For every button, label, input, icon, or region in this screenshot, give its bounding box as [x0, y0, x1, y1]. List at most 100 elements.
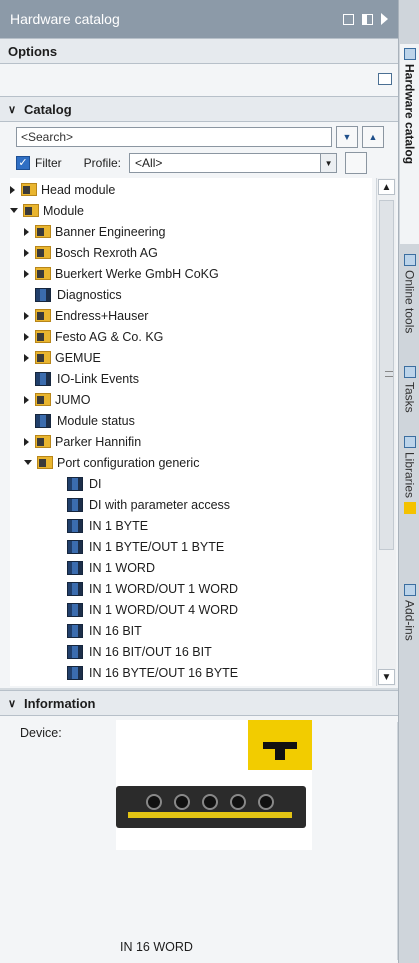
catalog-body: <Search> ▼ ▲ ✓ Filter Profile: <All> ▼ H…	[0, 122, 398, 688]
search-up-icon[interactable]: ▲	[362, 126, 384, 148]
tree-item[interactable]: IO-Link Events	[24, 368, 139, 389]
tree-item-label: Parker Hannifin	[55, 434, 142, 449]
scroll-up-icon[interactable]: ▲	[378, 179, 395, 195]
title-bar-controls	[343, 13, 398, 25]
search-input[interactable]: <Search>	[16, 127, 332, 147]
tree-item-label: GEMUE	[55, 350, 101, 365]
tree-item[interactable]: Endress+Hauser	[24, 305, 148, 326]
tree-item[interactable]: JUMO	[24, 389, 90, 410]
tree-item[interactable]: IN 16 BIT/OUT 16 BIT	[56, 641, 212, 662]
expand-arrow-right-icon[interactable]	[24, 332, 29, 341]
catalog-label: Catalog	[24, 101, 72, 117]
expand-arrow-right-icon[interactable]	[24, 311, 29, 320]
side-tab-1[interactable]: Hardware catalog	[400, 44, 419, 244]
tree-item[interactable]: Parker Hannifin	[24, 431, 141, 452]
module-icon	[35, 413, 51, 428]
collapse-panel-icon[interactable]	[381, 13, 388, 25]
tree-item[interactable]: IN 1 BYTE/OUT 1 BYTE	[56, 536, 224, 557]
expand-arrow-right-icon[interactable]	[24, 227, 29, 236]
side-tab-label: Tasks	[402, 382, 417, 413]
tree-item[interactable]: IN 16 BYTE/OUT 16 BYTE	[56, 662, 238, 683]
options-toggle-icon[interactable]	[378, 73, 392, 85]
device-name: IN 16 WORD	[120, 940, 193, 954]
catalog-scrollbar[interactable]: ▲ ▼	[376, 178, 396, 686]
profile-select[interactable]: <All> ▼	[129, 153, 338, 173]
tree-item[interactable]: Festo AG & Co. KG	[24, 326, 163, 347]
side-tab-label: Hardware catalog	[402, 64, 417, 165]
folder-icon	[35, 225, 51, 238]
module-icon	[35, 287, 51, 302]
side-tab-strip: Hardware catalog Online tools Tasks Librari…	[398, 0, 419, 963]
side-tab-3[interactable]: Tasks	[400, 362, 419, 426]
tree-item-label: DI with parameter access	[89, 497, 231, 512]
information-body: Device: IN 16 WORD	[0, 716, 398, 963]
tree-item[interactable]: Banner Engineering	[24, 221, 166, 242]
side-tab-label: Libraries	[402, 452, 417, 499]
brand-logo	[248, 720, 312, 770]
side-tab-2[interactable]: Online tools	[400, 250, 419, 355]
tree-item-label: IN 16 BIT	[89, 623, 142, 638]
panel-title-bar: Hardware catalog	[0, 0, 398, 38]
tree-item-label: Port configuration generic	[57, 455, 200, 470]
tree-item[interactable]: IN 1 WORD/OUT 1 WORD	[56, 578, 238, 599]
export-icon[interactable]	[345, 152, 368, 174]
float-window-icon[interactable]	[343, 13, 354, 25]
module-icon	[67, 518, 83, 533]
catalog-icon	[403, 48, 416, 60]
module-icon	[67, 602, 83, 617]
tree-item[interactable]: IN 1 WORD	[56, 557, 155, 578]
tree-item-label: Diagnostics	[57, 287, 122, 302]
profile-label: Profile:	[83, 156, 122, 170]
tree-item[interactable]: GEMUE	[24, 347, 101, 368]
tree-item[interactable]: DI with parameter access	[56, 494, 230, 515]
tree-item-label: Module	[43, 203, 84, 218]
module-icon	[67, 581, 83, 596]
information-section-header[interactable]: ∨ Information	[0, 690, 398, 716]
expand-arrow-right-icon[interactable]	[10, 185, 15, 194]
filter-checkbox[interactable]: ✓	[16, 156, 30, 170]
tree-item-label: IN 1 WORD	[89, 560, 155, 575]
expand-arrow-down-icon[interactable]	[10, 208, 18, 213]
folder-icon	[35, 330, 51, 343]
search-down-icon[interactable]: ▼	[336, 126, 358, 148]
tree-item[interactable]: Module status	[24, 410, 135, 431]
split-window-icon[interactable]	[362, 13, 373, 25]
tree-item-label: IN 16 BIT/OUT 16 BIT	[89, 644, 212, 659]
tree-item-label: IN 1 BYTE	[89, 518, 149, 533]
scroll-thumb[interactable]	[379, 200, 394, 550]
side-tab-5[interactable]: Add-ins	[400, 580, 419, 655]
tree-item[interactable]: Diagnostics	[24, 284, 122, 305]
tree-item[interactable]: Module	[10, 200, 84, 221]
expand-arrow-down-icon[interactable]	[24, 460, 32, 465]
module-icon	[67, 623, 83, 638]
side-tab-label: Add-ins	[402, 600, 417, 641]
side-tab-4[interactable]: Libraries	[400, 432, 419, 572]
tree-item[interactable]: Buerkert Werke GmbH CoKG	[24, 263, 219, 284]
tree-item[interactable]: Head module	[10, 179, 115, 200]
expand-arrow-right-icon[interactable]	[24, 395, 29, 404]
tree-item[interactable]: Port configuration generic	[24, 452, 199, 473]
options-body	[0, 64, 398, 96]
chevron-down-icon[interactable]: ∨	[0, 697, 24, 710]
expand-arrow-right-icon[interactable]	[24, 353, 29, 362]
scroll-down-icon[interactable]: ▼	[378, 669, 395, 685]
tree-item[interactable]: IN 1 WORD/OUT 4 WORD	[56, 599, 238, 620]
catalog-section-header[interactable]: ∨ Catalog	[0, 96, 398, 122]
expand-arrow-right-icon[interactable]	[24, 269, 29, 278]
tree-item[interactable]: Bosch Rexroth AG	[24, 242, 158, 263]
chevron-down-icon[interactable]: ∨	[0, 103, 24, 116]
expand-arrow-right-icon[interactable]	[24, 437, 29, 446]
chevron-down-icon[interactable]: ▼	[320, 154, 337, 172]
device-label: Device:	[20, 726, 62, 740]
tree-item[interactable]: DI	[56, 473, 102, 494]
folder-icon	[35, 435, 51, 448]
tree-item[interactable]: IN 16 BIT	[56, 620, 142, 641]
folder-icon	[21, 183, 37, 196]
folder-icon	[35, 309, 51, 322]
panel-title: Hardware catalog	[10, 11, 120, 27]
expand-arrow-right-icon[interactable]	[24, 248, 29, 257]
module-icon	[67, 560, 83, 575]
options-section-header[interactable]: Options	[0, 38, 398, 64]
tree-item[interactable]: IN 16 WORD	[56, 683, 168, 686]
tree-item[interactable]: IN 1 BYTE	[56, 515, 148, 536]
